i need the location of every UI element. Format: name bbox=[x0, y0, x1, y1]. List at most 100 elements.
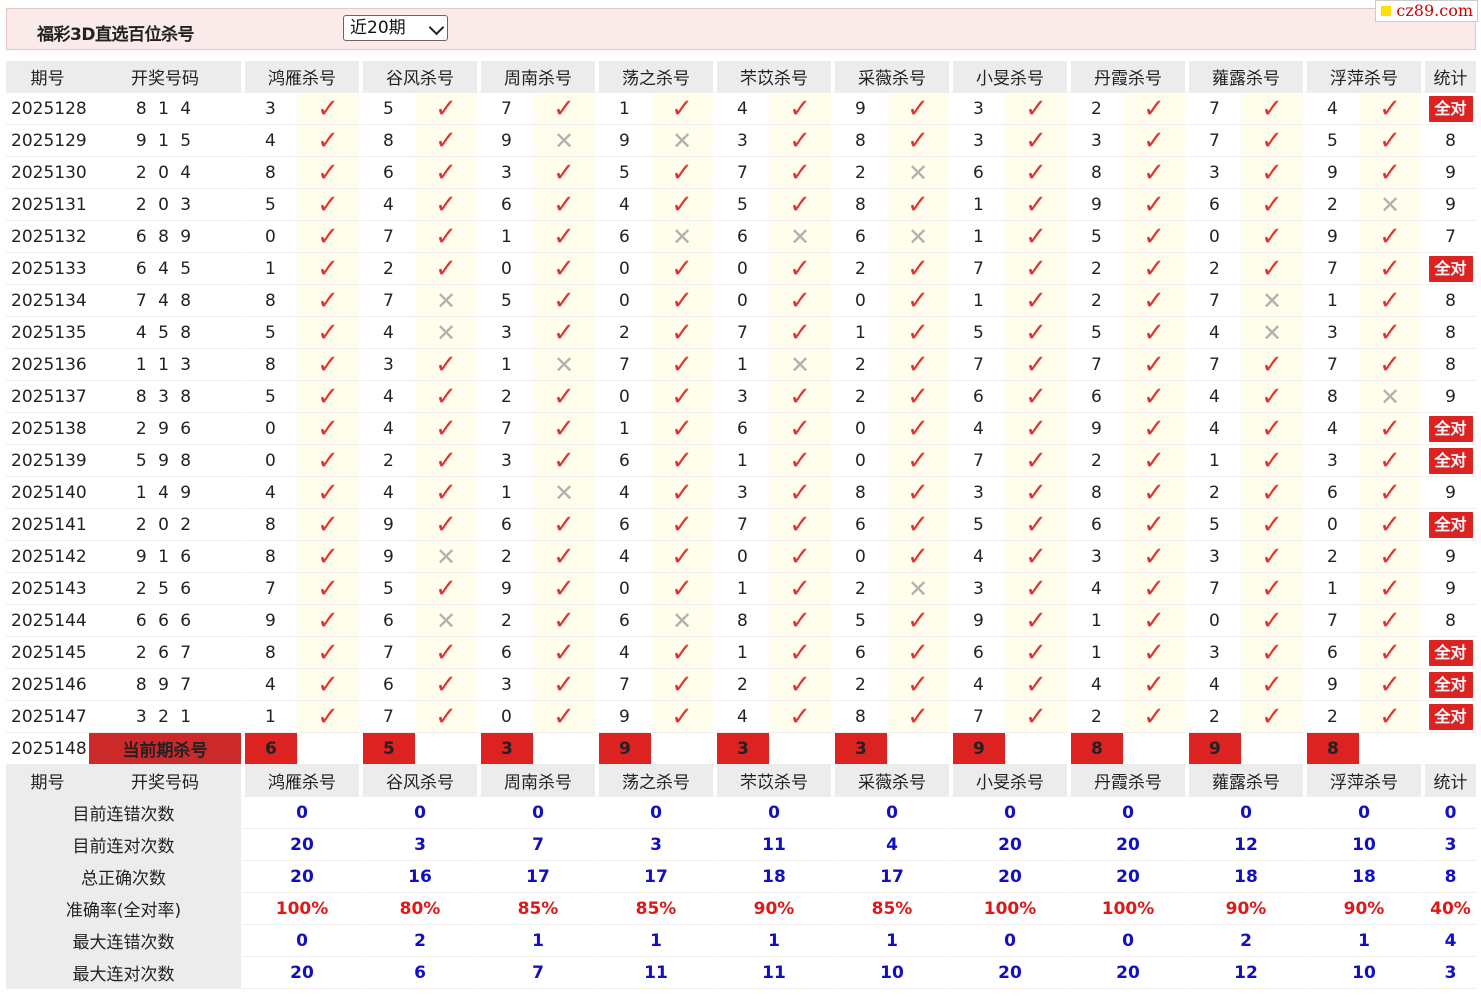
result-cell: ✓ bbox=[1005, 221, 1067, 253]
period-cell: 2025145 bbox=[6, 637, 89, 669]
summary-value: 0 bbox=[595, 797, 713, 829]
check-icon: ✓ bbox=[907, 317, 929, 348]
kill-number-cell: 6 bbox=[713, 221, 769, 253]
kill-number-cell: 2 bbox=[713, 669, 769, 701]
column-header: 芣苡杀号 bbox=[713, 61, 831, 93]
kill-number-cell: 4 bbox=[1067, 669, 1123, 701]
kill-number-cell: 4 bbox=[949, 413, 1005, 445]
column-header: 统计 bbox=[1421, 61, 1476, 93]
column-header: 统计 bbox=[1421, 765, 1476, 797]
result-cell: ✓ bbox=[769, 93, 831, 125]
cross-icon: ✕ bbox=[435, 606, 457, 635]
kill-number-cell: 9 bbox=[1303, 221, 1359, 253]
chevron-down-icon bbox=[428, 19, 445, 36]
result-cell: ✓ bbox=[1359, 573, 1421, 605]
kill-number-cell: 8 bbox=[241, 349, 297, 381]
summary-value: 12 bbox=[1185, 957, 1303, 989]
summary-stat: 0 bbox=[1421, 797, 1476, 829]
summary-value: 80% bbox=[359, 893, 477, 925]
kill-number-cell: 7 bbox=[595, 349, 651, 381]
summary-value: 20 bbox=[1067, 957, 1185, 989]
summary-value: 17 bbox=[477, 861, 595, 893]
check-icon: ✓ bbox=[1025, 157, 1047, 188]
current-empty-cell bbox=[415, 733, 477, 765]
kill-number-cell: 1 bbox=[241, 253, 297, 285]
kill-number-cell: 5 bbox=[831, 605, 887, 637]
check-icon: ✓ bbox=[671, 701, 693, 732]
check-icon: ✓ bbox=[1379, 349, 1401, 380]
check-icon: ✓ bbox=[1379, 157, 1401, 188]
current-kill-number: 9 bbox=[949, 733, 1005, 765]
result-cell: ✓ bbox=[415, 637, 477, 669]
draw-number-cell: 3 2 1 bbox=[89, 701, 241, 733]
check-icon: ✓ bbox=[553, 157, 575, 188]
result-cell: ✓ bbox=[1241, 701, 1303, 733]
check-icon: ✓ bbox=[789, 509, 811, 540]
check-icon: ✓ bbox=[317, 477, 339, 508]
kill-number-cell: 5 bbox=[949, 509, 1005, 541]
check-icon: ✓ bbox=[317, 381, 339, 412]
check-icon: ✓ bbox=[907, 413, 929, 444]
check-icon: ✓ bbox=[553, 605, 575, 636]
check-icon: ✓ bbox=[435, 157, 457, 188]
check-icon: ✓ bbox=[317, 349, 339, 380]
summary-value: 2 bbox=[1185, 925, 1303, 957]
kill-number-cell: 9 bbox=[359, 541, 415, 573]
cross-icon: ✕ bbox=[553, 126, 575, 155]
check-icon: ✓ bbox=[317, 573, 339, 604]
check-icon: ✓ bbox=[317, 125, 339, 156]
period-select[interactable]: 近20期 bbox=[343, 15, 448, 41]
check-icon: ✓ bbox=[435, 573, 457, 604]
period-select-value: 近20期 bbox=[350, 18, 406, 38]
kill-number-cell: 7 bbox=[1185, 349, 1241, 381]
check-icon: ✓ bbox=[1379, 573, 1401, 604]
page-title: 福彩3D直选百位杀号 bbox=[37, 25, 194, 45]
result-cell: ✓ bbox=[651, 413, 713, 445]
summary-value: 17 bbox=[595, 861, 713, 893]
result-cell: ✓ bbox=[887, 93, 949, 125]
stat-cell: 全对 bbox=[1421, 637, 1476, 669]
cross-icon: ✕ bbox=[1261, 286, 1283, 315]
kill-number-cell: 3 bbox=[477, 317, 533, 349]
kill-number-cell: 8 bbox=[1067, 157, 1123, 189]
kill-number-cell: 3 bbox=[949, 573, 1005, 605]
summary-value: 20 bbox=[949, 829, 1067, 861]
kill-number-cell: 8 bbox=[1067, 477, 1123, 509]
summary-value: 7 bbox=[477, 957, 595, 989]
current-empty-cell bbox=[651, 733, 713, 765]
result-cell: ✓ bbox=[297, 701, 359, 733]
column-header: 鸿雁杀号 bbox=[241, 61, 359, 93]
result-cell: ✕ bbox=[415, 605, 477, 637]
check-icon: ✓ bbox=[435, 637, 457, 668]
summary-value: 20 bbox=[949, 861, 1067, 893]
kill-number-cell: 3 bbox=[1185, 157, 1241, 189]
result-cell: ✕ bbox=[651, 605, 713, 637]
kill-number-cell: 2 bbox=[831, 381, 887, 413]
current-kill-number: 3 bbox=[831, 733, 887, 765]
kill-number-cell: 3 bbox=[949, 93, 1005, 125]
period-cell: 2025130 bbox=[6, 157, 89, 189]
table-row: 2025142 9 1 6 8 ✓ 9 ✕ 2 ✓ 4 ✓ 0 ✓ 0 ✓ 4 ✓ 3 ✓ 3 ✓ 2 ✓ 9 bbox=[6, 541, 1476, 573]
all-correct-badge: 全对 bbox=[1428, 639, 1473, 666]
result-cell: ✓ bbox=[769, 285, 831, 317]
cross-icon: ✕ bbox=[907, 158, 929, 187]
check-icon: ✓ bbox=[907, 125, 929, 156]
site-logo[interactable]: cz89.com bbox=[1375, 0, 1478, 22]
kill-number-cell: 2 bbox=[595, 317, 651, 349]
result-cell: ✓ bbox=[533, 93, 595, 125]
kill-number-cell: 3 bbox=[477, 669, 533, 701]
kill-number-cell: 7 bbox=[949, 445, 1005, 477]
kill-number-cell: 1 bbox=[595, 413, 651, 445]
check-icon: ✓ bbox=[789, 413, 811, 444]
kill-number-cell: 9 bbox=[477, 125, 533, 157]
check-icon: ✓ bbox=[1143, 541, 1165, 572]
kill-number-cell: 1 bbox=[713, 349, 769, 381]
summary-value: 1 bbox=[831, 925, 949, 957]
result-cell: ✓ bbox=[415, 189, 477, 221]
result-cell: ✓ bbox=[533, 189, 595, 221]
summary-value: 2 bbox=[359, 925, 477, 957]
result-cell: ✓ bbox=[415, 221, 477, 253]
kill-number-cell: 6 bbox=[1303, 637, 1359, 669]
kill-number-cell: 2 bbox=[1303, 189, 1359, 221]
period-cell: 2025129 bbox=[6, 125, 89, 157]
